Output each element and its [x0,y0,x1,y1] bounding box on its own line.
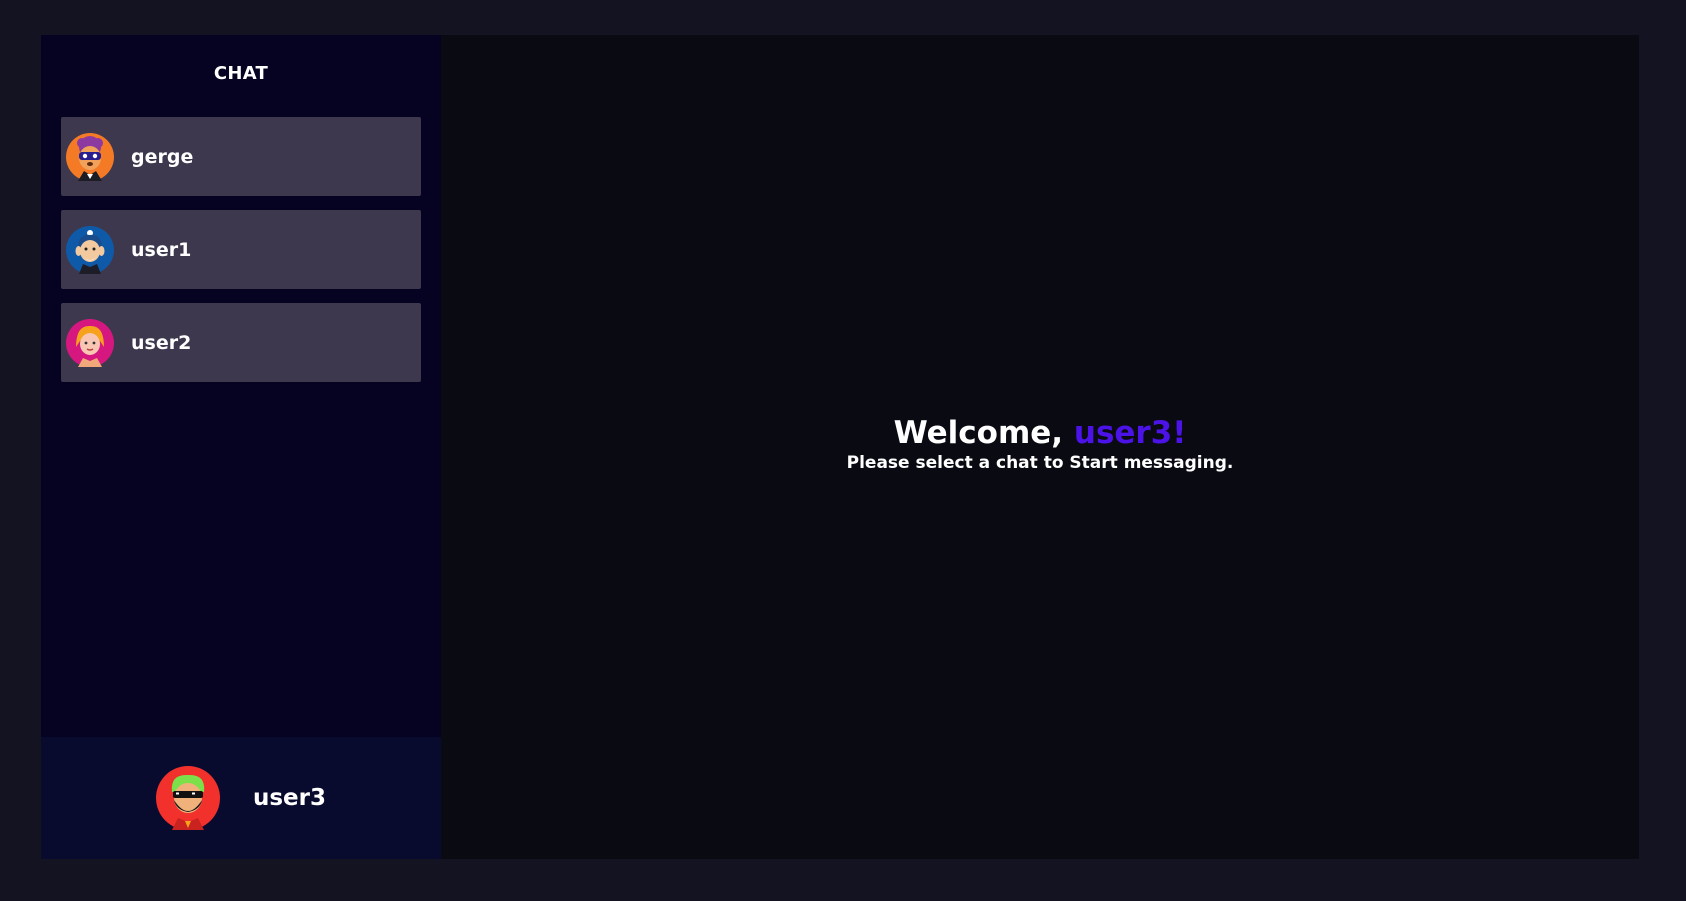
blonde-woman-avatar [66,318,114,367]
chat-list: gerge user1 user2 [61,117,421,396]
welcome-subtitle: Please select a chat to Start messaging. [846,453,1234,473]
welcome-heading: Welcome, user3! [441,415,1639,451]
chat-item-name: user2 [131,331,192,354]
chat-item-name: user1 [131,238,192,261]
chat-item-user1[interactable]: user1 [61,210,421,289]
current-user-name: user3 [252,785,326,811]
masked-raccoon-avatar [66,132,114,181]
welcome-prefix: Welcome, [893,415,1074,451]
main-panel: Welcome, user3! Please select a chat to … [441,35,1639,859]
old-man-beard-avatar [66,225,114,274]
chat-item-gerge[interactable]: gerge [61,117,421,196]
welcome-username: user3! [1073,415,1187,451]
sidebar-title: CHAT [213,63,269,84]
welcome-message: Welcome, user3! Please select a chat to … [441,415,1639,473]
chat-app: CHAT gerge user1 user2 user3 Welcome, us… [41,35,1639,859]
current-user-panel: user3 [41,737,441,859]
sunglasses-beard-avatar [155,766,220,830]
chat-item-name: gerge [131,145,194,168]
sidebar: CHAT gerge user1 user2 user3 [41,35,441,859]
chat-item-user2[interactable]: user2 [61,303,421,382]
